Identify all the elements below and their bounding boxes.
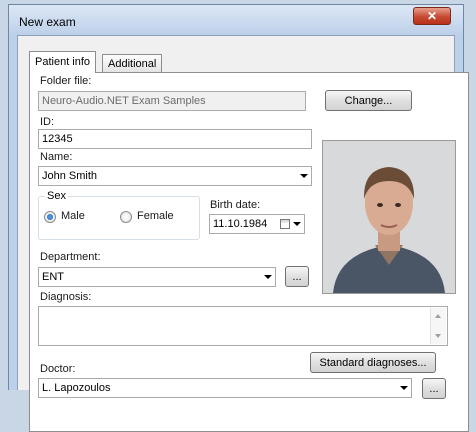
dialog-window: New exam ✕ Patient info Additional Folde… [8,4,469,432]
sex-groupbox: Sex Male Female [38,190,200,240]
doctor-value: L. Lapozoulos [42,382,111,394]
birth-date-picker[interactable]: 11.10.1984 [209,214,305,234]
chevron-down-icon[interactable] [400,386,408,390]
female-label[interactable]: Female [137,210,174,222]
diagnosis-label: Diagnosis: [40,291,92,303]
birth-date-label: Birth date: [210,199,261,211]
sex-group-label: Sex [45,190,68,202]
folder-file-label: Folder file: [40,75,92,87]
name-label: Name: [40,151,73,163]
scroll-down-icon[interactable] [435,334,441,338]
close-button[interactable]: ✕ [413,7,451,25]
doctor-combo[interactable]: L. Lapozoulos [38,378,412,398]
chevron-down-icon[interactable] [264,275,272,279]
diagnosis-textarea[interactable] [38,306,448,346]
birth-date-value: 11.10.1984 [213,218,268,230]
male-radio[interactable] [44,211,56,223]
calendar-icon[interactable] [280,219,290,229]
tab-patient-info[interactable]: Patient info [29,51,97,73]
patient-portrait [323,141,455,293]
patient-info-panel: Folder file: Neuro-Audio.NET Exam Sample… [29,72,469,432]
chevron-down-icon[interactable] [293,222,301,226]
doctor-browse-button[interactable]: ... [422,378,446,399]
diagnosis-scrollbar[interactable] [430,308,446,344]
window-title: New exam [19,15,76,29]
id-label: ID: [40,116,55,128]
dialog-client: Patient info Additional Folder file: Neu… [17,35,469,432]
folder-file-field[interactable]: Neuro-Audio.NET Exam Samples [38,91,306,111]
doctor-label: Doctor: [40,363,76,375]
change-folder-button[interactable]: Change... [325,90,412,111]
patient-photo [322,140,456,294]
chevron-down-icon[interactable] [300,174,308,178]
department-browse-button[interactable]: ... [285,266,309,287]
title-bar: New exam ✕ [9,5,463,35]
name-value: John Smith [42,170,98,182]
department-label: Department: [40,251,101,263]
tab-additional[interactable]: Additional [102,54,163,72]
female-radio[interactable] [120,211,132,223]
id-field[interactable]: 12345 [38,129,312,149]
close-icon: ✕ [426,9,438,23]
male-label[interactable]: Male [61,210,85,222]
scroll-up-icon[interactable] [435,314,441,318]
department-combo[interactable]: ENT [38,267,276,287]
radio-selected-dot [47,214,53,220]
standard-diagnoses-button[interactable]: Standard diagnoses... [310,352,436,373]
name-combo[interactable]: John Smith [38,166,312,186]
department-value: ENT [42,271,64,283]
